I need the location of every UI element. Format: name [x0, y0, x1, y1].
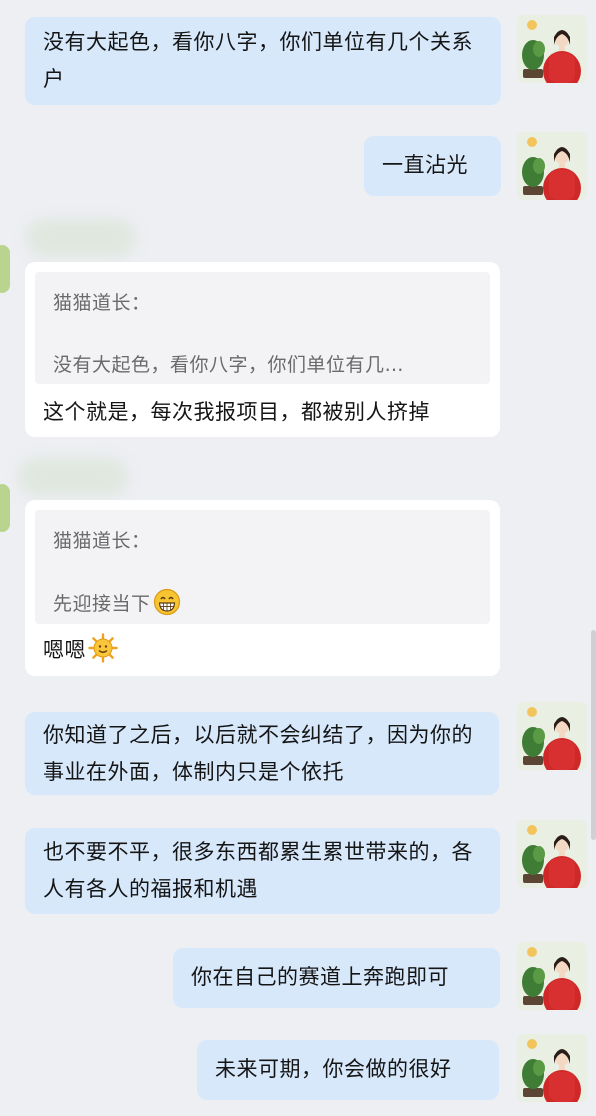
quote-sender-name: 猫猫道长： — [53, 530, 151, 552]
message-text: 一直沾光 — [382, 153, 468, 177]
avatar[interactable] — [517, 942, 587, 1010]
quote-text: 先迎接当下 — [53, 593, 151, 615]
message-text: 没有大起色，看你八字，你们单位有几个关系户 — [43, 30, 473, 91]
sender-avatar-edge[interactable] — [0, 245, 10, 293]
message-bubble[interactable]: 一直沾光 — [364, 136, 501, 196]
avatar[interactable] — [517, 820, 587, 888]
avatar[interactable] — [517, 702, 587, 770]
message-bubble[interactable]: 你在自己的赛道上奔跑即可 — [173, 948, 500, 1008]
quoted-message[interactable]: 猫猫道长： 没有大起色，看你八字，你们单位有几… — [35, 272, 490, 384]
avatar[interactable] — [517, 15, 587, 83]
avatar[interactable] — [517, 132, 587, 200]
message-text: 嗯嗯 — [43, 638, 86, 662]
quote-text: 没有大起色，看你八字，你们单位有几… — [53, 354, 405, 376]
message-bubble[interactable]: 也不要不平，很多东西都累生累世带来的，各人有各人的福报和机遇 — [25, 828, 500, 914]
message-text: 你在自己的赛道上奔跑即可 — [191, 965, 449, 989]
message-bubble[interactable]: 猫猫道长： 没有大起色，看你八字，你们单位有几… 这个就是，每次我报项目，都被别… — [25, 262, 500, 437]
scrollbar[interactable] — [591, 630, 596, 840]
avatar[interactable] — [517, 1034, 587, 1102]
sun-face-emoji-icon — [88, 633, 118, 675]
message-text: 也不要不平，很多东西都累生累世带来的，各人有各人的福报和机遇 — [43, 840, 473, 901]
quoted-message[interactable]: 猫猫道长： 先迎接当下 — [35, 510, 490, 624]
message-bubble[interactable]: 你知道了之后，以后就不会纠结了，因为你的事业在外面，体制内只是个依托 — [25, 712, 499, 795]
grinning-face-emoji-icon — [153, 588, 181, 626]
message-bubble[interactable]: 猫猫道长： 先迎接当下 嗯嗯 — [25, 500, 500, 676]
sender-avatar-edge[interactable] — [0, 484, 10, 532]
message-text: 这个就是，每次我报项目，都被别人挤掉 — [43, 400, 430, 424]
message-bubble[interactable]: 未来可期，你会做的很好 — [197, 1040, 499, 1100]
sender-name-blurred — [26, 219, 136, 257]
quote-sender-name: 猫猫道长： — [53, 292, 151, 314]
message-bubble[interactable]: 没有大起色，看你八字，你们单位有几个关系户 — [25, 17, 501, 105]
message-text: 未来可期，你会做的很好 — [215, 1057, 452, 1081]
message-text-line: 嗯嗯 — [43, 632, 118, 675]
sender-name-blurred — [18, 458, 128, 496]
message-text: 你知道了之后，以后就不会纠结了，因为你的事业在外面，体制内只是个依托 — [43, 723, 473, 784]
